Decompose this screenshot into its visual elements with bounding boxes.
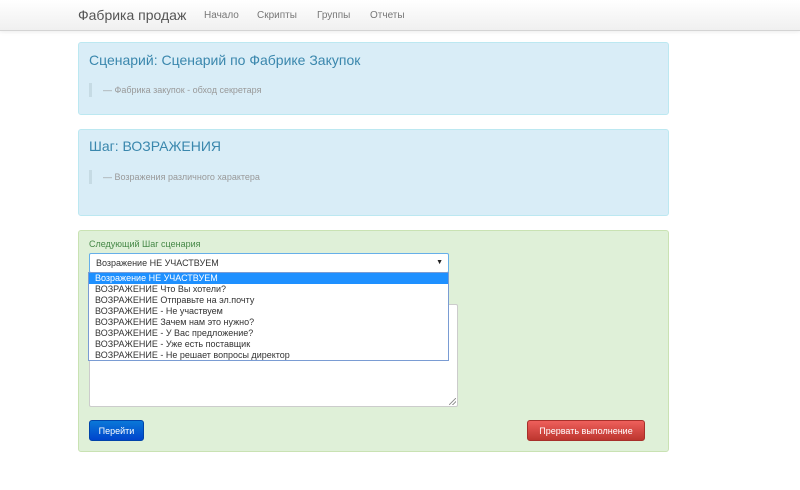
dropdown-option[interactable]: Возражение НЕ УЧАСТВУЕМ xyxy=(89,273,448,284)
dropdown-option[interactable]: ВОЗРАЖЕНИЕ - Не участвуем xyxy=(89,306,448,317)
dropdown-option[interactable]: ВОЗРАЖЕНИЕ - Уже есть поставщик xyxy=(89,339,448,350)
go-button[interactable]: Перейти xyxy=(89,420,144,441)
dropdown-option[interactable]: ВОЗРАЖЕНИЕ - Не решает вопросы директор xyxy=(89,350,448,361)
scenario-panel: Сценарий: Сценарий по Фабрике Закупок — … xyxy=(78,42,669,115)
nav-link-scripts[interactable]: Скрипты xyxy=(257,10,297,21)
next-step-dropdown-list: Возражение НЕ УЧАСТВУЕМ ВОЗРАЖЕНИЕ Что В… xyxy=(88,272,449,361)
chevron-down-icon: ▼ xyxy=(436,259,443,266)
select-value: Возражение НЕ УЧАСТВУЕМ xyxy=(96,258,219,268)
nav-link-groups[interactable]: Группы xyxy=(317,10,350,21)
scenario-description: — Фабрика закупок - обход секретаря xyxy=(89,83,261,97)
resize-handle-icon[interactable] xyxy=(449,398,456,405)
dropdown-option[interactable]: ВОЗРАЖЕНИЕ Что Вы хотели? xyxy=(89,284,448,295)
dropdown-option[interactable]: ВОЗРАЖЕНИЕ Зачем нам это нужно? xyxy=(89,317,448,328)
nav-link-reports[interactable]: Отчеты xyxy=(370,10,405,21)
step-panel: Шаг: ВОЗРАЖЕНИЯ — Возражения различного … xyxy=(78,129,669,216)
step-description: — Возражения различного характера xyxy=(89,170,260,184)
navbar: Фабрика продаж Начало Скрипты Группы Отч… xyxy=(0,0,800,31)
brand-logo[interactable]: Фабрика продаж xyxy=(78,7,186,23)
next-step-label: Следующий Шаг сценария xyxy=(89,239,201,249)
next-step-select[interactable]: Возражение НЕ УЧАСТВУЕМ ▼ xyxy=(89,253,449,273)
dropdown-option[interactable]: ВОЗРАЖЕНИЕ - У Вас предложение? xyxy=(89,328,448,339)
abort-button[interactable]: Прервать выполнение xyxy=(527,420,645,441)
nav-link-home[interactable]: Начало xyxy=(204,10,239,21)
step-title: Шаг: ВОЗРАЖЕНИЯ xyxy=(89,138,222,154)
scenario-title: Сценарий: Сценарий по Фабрике Закупок xyxy=(89,52,361,68)
dropdown-option[interactable]: ВОЗРАЖЕНИЕ Отправьте на эл.почту xyxy=(89,295,448,306)
